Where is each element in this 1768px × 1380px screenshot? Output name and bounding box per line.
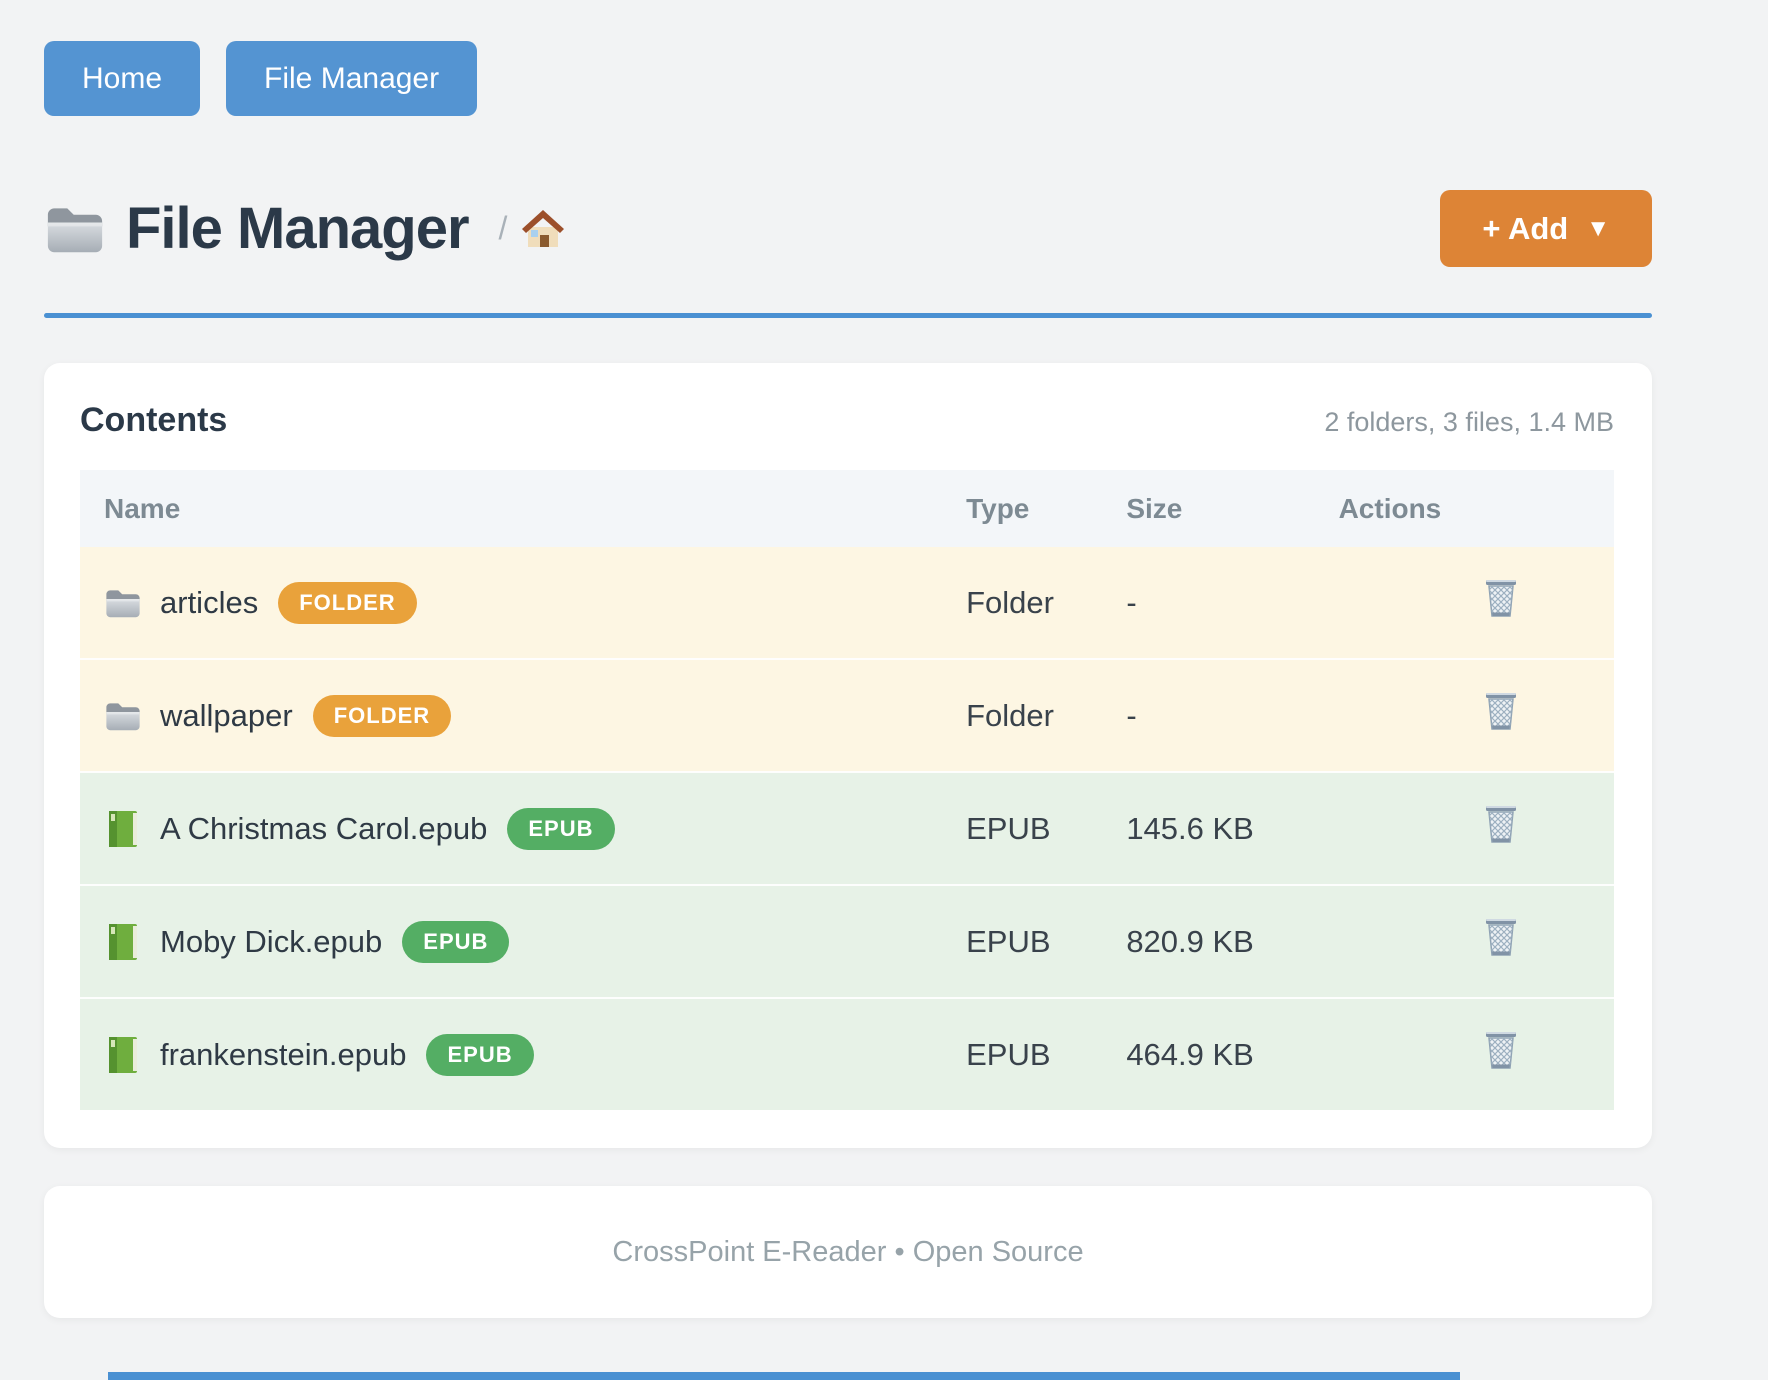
footer-text: CrossPoint E-Reader • Open Source	[612, 1236, 1083, 1269]
column-header-name: Name	[80, 470, 942, 547]
file-name[interactable]: articles	[160, 585, 258, 621]
file-type-badge: FOLDER	[278, 582, 416, 624]
contents-summary: 2 folders, 3 files, 1.4 MB	[1324, 407, 1614, 438]
delete-button[interactable]	[1483, 804, 1519, 846]
file-type: EPUB	[942, 772, 1102, 885]
delete-button[interactable]	[1483, 1030, 1519, 1072]
file-type-badge: EPUB	[402, 921, 509, 963]
nav-file-manager-button[interactable]: File Manager	[226, 41, 477, 116]
file-name[interactable]: wallpaper	[160, 698, 293, 734]
file-type: Folder	[942, 659, 1102, 772]
table-header-row: Name Type Size Actions	[80, 470, 1614, 547]
table-body: articles FOLDER Folder - wallpaper FOLDE…	[80, 547, 1614, 1110]
contents-title: Contents	[80, 401, 227, 440]
file-type-badge: FOLDER	[313, 695, 451, 737]
column-header-size: Size	[1102, 470, 1314, 547]
add-button-label: + Add	[1482, 211, 1568, 247]
file-icon	[104, 696, 142, 736]
delete-button[interactable]	[1483, 578, 1519, 620]
file-type: Folder	[942, 547, 1102, 659]
page-title: File Manager	[126, 195, 469, 262]
file-type: EPUB	[942, 998, 1102, 1110]
clipped-bottom-divider	[108, 1372, 1460, 1380]
delete-button[interactable]	[1483, 917, 1519, 959]
file-type: EPUB	[942, 885, 1102, 998]
footer-card: CrossPoint E-Reader • Open Source	[44, 1186, 1652, 1318]
table-row: wallpaper FOLDER Folder -	[80, 659, 1614, 772]
column-header-type: Type	[942, 470, 1102, 547]
folder-icon	[44, 202, 106, 256]
title-divider	[44, 313, 1652, 318]
file-icon	[104, 583, 142, 623]
contents-card: Contents 2 folders, 3 files, 1.4 MB Name…	[44, 363, 1652, 1148]
file-size: 820.9 KB	[1102, 885, 1314, 998]
table-row: A Christmas Carol.epub EPUB EPUB 145.6 K…	[80, 772, 1614, 885]
file-size: 145.6 KB	[1102, 772, 1314, 885]
file-type-badge: EPUB	[426, 1034, 533, 1076]
page-header: File Manager / + Add ▼	[44, 190, 1652, 267]
file-icon	[104, 922, 142, 962]
file-size: 464.9 KB	[1102, 998, 1314, 1110]
file-icon	[104, 809, 142, 849]
table-row: articles FOLDER Folder -	[80, 547, 1614, 659]
file-name[interactable]: A Christmas Carol.epub	[160, 811, 487, 847]
file-type-badge: EPUB	[507, 808, 614, 850]
table-row: frankenstein.epub EPUB EPUB 464.9 KB	[80, 998, 1614, 1110]
file-size: -	[1102, 547, 1314, 659]
table-row: Moby Dick.epub EPUB EPUB 820.9 KB	[80, 885, 1614, 998]
top-navigation: Home File Manager	[44, 0, 1652, 116]
column-header-actions: Actions	[1315, 470, 1614, 547]
file-size: -	[1102, 659, 1314, 772]
breadcrumb-separator: /	[499, 210, 508, 247]
file-icon	[104, 1035, 142, 1075]
nav-home-button[interactable]: Home	[44, 41, 200, 116]
chevron-down-icon: ▼	[1586, 215, 1610, 243]
delete-button[interactable]	[1483, 691, 1519, 733]
file-name[interactable]: Moby Dick.epub	[160, 924, 382, 960]
house-icon[interactable]	[521, 209, 565, 249]
file-name[interactable]: frankenstein.epub	[160, 1037, 406, 1073]
add-button[interactable]: + Add ▼	[1440, 190, 1652, 267]
file-table: Name Type Size Actions articles FOLDER F…	[80, 470, 1614, 1110]
